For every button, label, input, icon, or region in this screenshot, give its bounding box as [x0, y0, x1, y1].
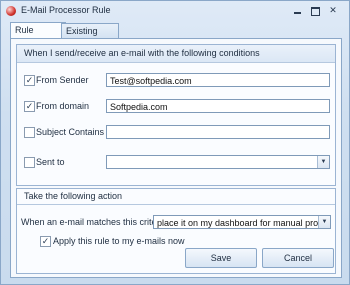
rule-window: E-Mail Processor Rule ✕ Rule Details Exi…	[0, 0, 350, 285]
apply-now-label: Apply this rule to my e-mails now	[53, 236, 185, 246]
conditions-header-label: When I send/receive an e-mail with the f…	[24, 48, 260, 58]
from-domain-checkbox[interactable]: ✓	[24, 101, 35, 112]
app-icon	[6, 6, 16, 16]
minimize-button[interactable]	[290, 4, 304, 17]
sent-to-checkbox[interactable]	[24, 157, 35, 168]
criteria-combo[interactable]: place it on my dashboard for manual proc…	[153, 215, 331, 229]
from-domain-field[interactable]: Softpedia.com	[106, 99, 330, 113]
tab-existing-rules[interactable]: Existing Rules	[61, 23, 119, 51]
maximize-button[interactable]	[308, 4, 322, 17]
action-group: Take the following action When an e-mail…	[16, 188, 336, 274]
save-button[interactable]: Save	[185, 248, 257, 268]
subject-checkbox[interactable]	[24, 127, 35, 138]
sent-to-combo[interactable]: ▼	[106, 155, 330, 169]
minimize-icon	[293, 12, 301, 14]
tab-rule-details[interactable]: Rule Details	[10, 22, 66, 50]
action-divider	[17, 204, 335, 205]
sent-to-label: Sent to	[36, 157, 65, 167]
criteria-value: place it on my dashboard for manual proc…	[157, 218, 331, 228]
cancel-button[interactable]: Cancel	[262, 248, 334, 268]
title-bar: E-Mail Processor Rule ✕	[1, 1, 349, 21]
from-sender-checkbox[interactable]: ✓	[24, 75, 35, 86]
window-title: E-Mail Processor Rule	[21, 5, 111, 15]
criteria-label: When an e-mail matches this criteria	[21, 217, 167, 227]
maximize-icon	[310, 7, 320, 16]
chevron-down-icon[interactable]: ▼	[318, 216, 330, 228]
close-icon: ✕	[329, 5, 337, 15]
from-sender-field[interactable]: Test@softpedia.com	[106, 73, 330, 87]
subject-label: Subject Contains	[36, 127, 105, 137]
subject-field[interactable]	[106, 125, 330, 139]
from-domain-label: From domain	[36, 101, 90, 111]
chevron-down-icon[interactable]: ▼	[317, 156, 329, 168]
rule-details-page: When I send/receive an e-mail with the f…	[10, 38, 342, 278]
from-sender-label: From Sender	[36, 75, 89, 85]
apply-now-checkbox[interactable]: ✓	[40, 236, 51, 247]
conditions-header: When I send/receive an e-mail with the f…	[17, 45, 335, 63]
conditions-group: When I send/receive an e-mail with the f…	[16, 44, 336, 186]
close-button[interactable]: ✕	[326, 4, 340, 17]
action-header-label: Take the following action	[24, 191, 123, 201]
